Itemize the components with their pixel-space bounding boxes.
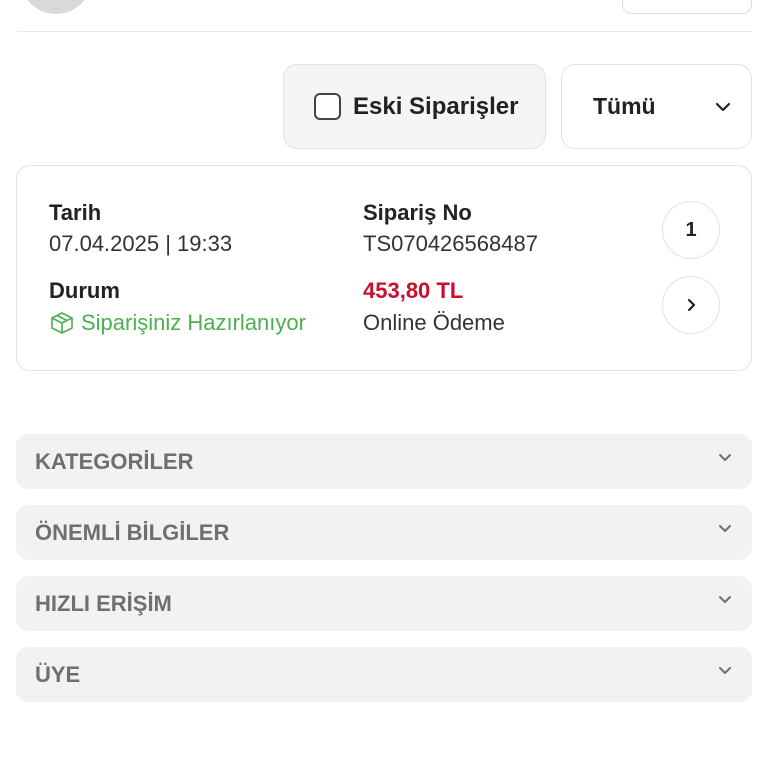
accordion-title: HIZLI ERİŞİM	[35, 590, 172, 616]
accordion-member[interactable]: ÜYE	[16, 647, 752, 702]
accordion-title: ÜYE	[35, 661, 81, 687]
accordion-title: KATEGORİLER	[35, 448, 194, 474]
order-number-value: TS070426568487	[363, 231, 538, 256]
chevron-down-icon	[716, 591, 734, 609]
payment-method: Online Ödeme	[363, 310, 505, 335]
order-detail-button[interactable]	[662, 276, 720, 334]
item-count-value: 1	[685, 218, 697, 241]
header-action-button[interactable]	[622, 0, 752, 14]
chevron-down-icon	[716, 662, 734, 680]
header-divider	[17, 31, 752, 32]
item-count-badge: 1	[662, 201, 720, 259]
orders-page: Eski Siparişler Tümü Tarih 07.04.2025 | …	[0, 0, 768, 768]
order-status: Siparişiniz Hazırlanıyor	[49, 310, 306, 336]
chevron-right-icon	[682, 296, 700, 314]
order-price: 453,80 TL	[363, 278, 464, 303]
order-date-value: 07.04.2025 | 19:33	[49, 231, 233, 256]
accordion-title: ÖNEMLİ BİLGİLER	[35, 519, 230, 545]
order-number-label: Sipariş No	[363, 200, 472, 225]
order-status-select[interactable]: Tümü	[561, 64, 752, 149]
order-status-select-value: Tümü	[593, 93, 656, 119]
accordion-important-info[interactable]: ÖNEMLİ BİLGİLER	[16, 505, 752, 560]
order-status-label: Durum	[49, 278, 120, 303]
avatar	[20, 0, 92, 14]
old-orders-label: Eski Siparişler	[353, 92, 519, 120]
old-orders-checkbox[interactable]	[314, 93, 341, 120]
old-orders-filter[interactable]: Eski Siparişler	[283, 64, 546, 149]
accordion-quick-access[interactable]: HIZLI ERİŞİM	[16, 576, 752, 631]
order-date-label: Tarih	[49, 200, 102, 225]
order-card: Tarih 07.04.2025 | 19:33 Sipariş No TS07…	[16, 165, 752, 371]
chevron-down-icon	[716, 449, 734, 467]
chevron-down-icon	[713, 97, 733, 117]
chevron-down-icon	[716, 520, 734, 538]
package-icon	[49, 310, 75, 336]
order-status-value: Siparişiniz Hazırlanıyor	[81, 310, 306, 335]
accordion-categories[interactable]: KATEGORİLER	[16, 434, 752, 489]
